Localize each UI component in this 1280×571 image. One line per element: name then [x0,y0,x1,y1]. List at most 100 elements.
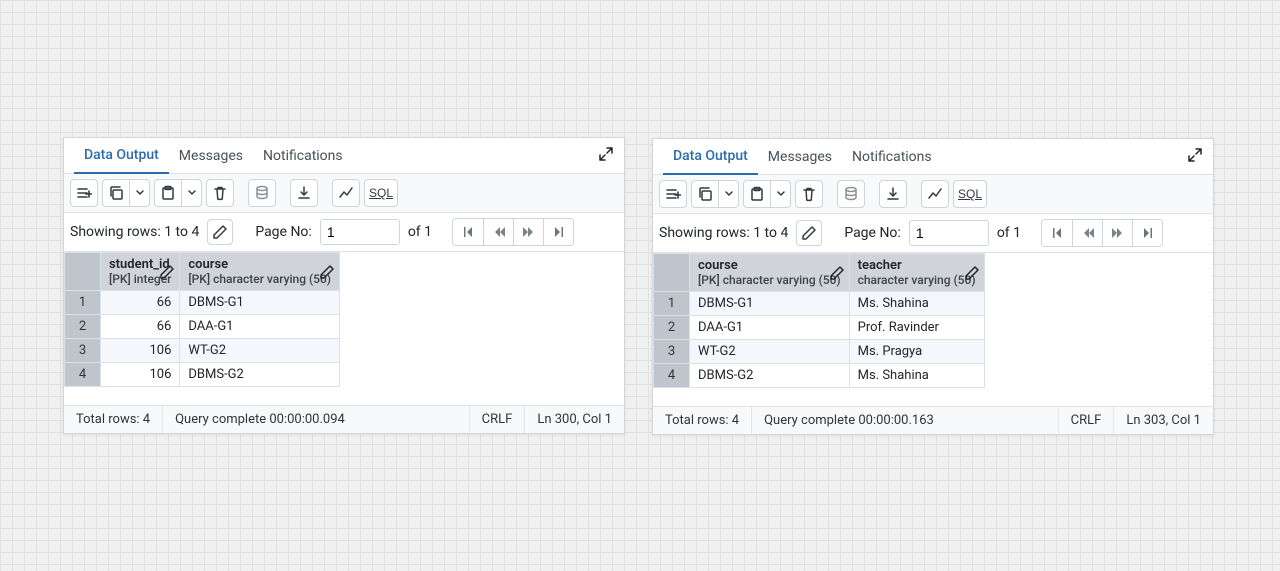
cell[interactable]: DBMS-G2 [180,363,340,387]
tab-messages[interactable]: Messages [758,139,842,175]
delete-button[interactable] [795,180,823,208]
tab-notifications[interactable]: Notifications [842,139,942,175]
cell[interactable]: 66 [101,291,180,315]
row-number[interactable]: 1 [65,291,101,315]
copy-dropdown[interactable] [719,180,739,208]
last-page-button[interactable] [1132,220,1162,246]
sql-button[interactable]: SQL [953,180,987,208]
status-query-time: Query complete 00:00:00.163 [752,407,1059,434]
result-panel-left: Data Output Messages Notifications SQL S… [63,137,625,434]
pencil-icon[interactable] [829,265,845,281]
cell[interactable]: Ms. Shahina [849,364,984,388]
pencil-icon[interactable] [159,264,175,280]
first-page-button[interactable] [1042,220,1072,246]
status-eol: CRLF [1059,407,1115,434]
table-row: 1DBMS-G1Ms. Shahina [654,292,985,316]
cell[interactable]: Prof. Ravinder [849,316,984,340]
cell[interactable]: Ms. Pragya [849,340,984,364]
grid: course [PK] character varying (50) teach… [653,253,1213,406]
tab-label: Data Output [673,148,748,164]
status-total-rows: Total rows: 4 [653,407,752,434]
first-page-button[interactable] [453,219,483,245]
row-number[interactable]: 3 [65,339,101,363]
cell[interactable]: Ms. Shahina [849,292,984,316]
cell[interactable]: DBMS-G1 [180,291,340,315]
add-row-button[interactable] [70,179,98,207]
result-panel-right: Data Output Messages Notifications SQL S… [652,138,1214,435]
status-bar: Total rows: 4 Query complete 00:00:00.16… [653,406,1213,434]
column-header[interactable]: teacher character varying (50) [849,254,984,292]
cell[interactable]: DAA-G1 [180,315,340,339]
page-of-label: of 1 [997,225,1021,241]
column-header[interactable]: course [PK] character varying (50) [180,253,340,291]
expand-icon[interactable] [1187,147,1203,163]
chart-button[interactable] [332,179,360,207]
row-number[interactable]: 4 [65,363,101,387]
pencil-icon[interactable] [964,265,980,281]
add-row-button[interactable] [659,180,687,208]
prev-page-button[interactable] [483,219,513,245]
cell[interactable]: WT-G2 [690,340,850,364]
tab-notifications[interactable]: Notifications [253,138,353,174]
copy-button[interactable] [102,179,130,207]
download-button[interactable] [879,180,907,208]
expand-icon[interactable] [598,146,614,162]
tab-data-output[interactable]: Data Output [663,139,758,175]
paste-button[interactable] [154,179,182,207]
toolbar: SQL [64,174,624,213]
copy-dropdown[interactable] [130,179,150,207]
column-type: character varying (50) [858,273,976,287]
rows-label: Showing rows: 1 to 4 [659,225,788,241]
table-row: 4106DBMS-G2 [65,363,340,387]
table-row: 266DAA-G1 [65,315,340,339]
pencil-icon[interactable] [319,264,335,280]
corner-cell[interactable] [65,253,101,291]
status-query-time: Query complete 00:00:00.094 [163,406,470,433]
row-number[interactable]: 4 [654,364,690,388]
row-number[interactable]: 1 [654,292,690,316]
tab-label: Notifications [263,148,343,164]
next-page-button[interactable] [1102,220,1132,246]
next-page-button[interactable] [513,219,543,245]
page-label: Page No: [255,224,312,240]
cell[interactable]: 106 [101,363,180,387]
chart-button[interactable] [921,180,949,208]
cell[interactable]: WT-G2 [180,339,340,363]
page-input[interactable] [320,219,400,245]
save-data-button[interactable] [837,180,865,208]
edit-rows-button[interactable] [796,220,822,246]
save-data-button[interactable] [248,179,276,207]
tabs: Data Output Messages Notifications [64,138,624,174]
edit-rows-button[interactable] [207,219,233,245]
column-header[interactable]: course [PK] character varying (50) [690,254,850,292]
tab-label: Notifications [852,149,932,165]
paste-dropdown[interactable] [182,179,202,207]
row-number[interactable]: 2 [654,316,690,340]
prev-page-button[interactable] [1072,220,1102,246]
corner-cell[interactable] [654,254,690,292]
cell[interactable]: 66 [101,315,180,339]
copy-button[interactable] [691,180,719,208]
column-header[interactable]: student_id [PK] integer [101,253,180,291]
column-name: teacher [858,258,976,273]
paste-button[interactable] [743,180,771,208]
delete-button[interactable] [206,179,234,207]
column-type: [PK] character varying (50) [698,273,841,287]
cell[interactable]: DBMS-G2 [690,364,850,388]
cell[interactable]: 106 [101,339,180,363]
tab-data-output[interactable]: Data Output [74,138,169,174]
row-number[interactable]: 2 [65,315,101,339]
page-nav [1041,219,1163,247]
last-page-button[interactable] [543,219,573,245]
status-total-rows: Total rows: 4 [64,406,163,433]
page-input[interactable] [909,220,989,246]
cell[interactable]: DAA-G1 [690,316,850,340]
table-row: 2DAA-G1Prof. Ravinder [654,316,985,340]
row-number[interactable]: 3 [654,340,690,364]
sql-button[interactable]: SQL [364,179,398,207]
download-button[interactable] [290,179,318,207]
tab-messages[interactable]: Messages [169,138,253,174]
rows-label: Showing rows: 1 to 4 [70,224,199,240]
paste-dropdown[interactable] [771,180,791,208]
cell[interactable]: DBMS-G1 [690,292,850,316]
